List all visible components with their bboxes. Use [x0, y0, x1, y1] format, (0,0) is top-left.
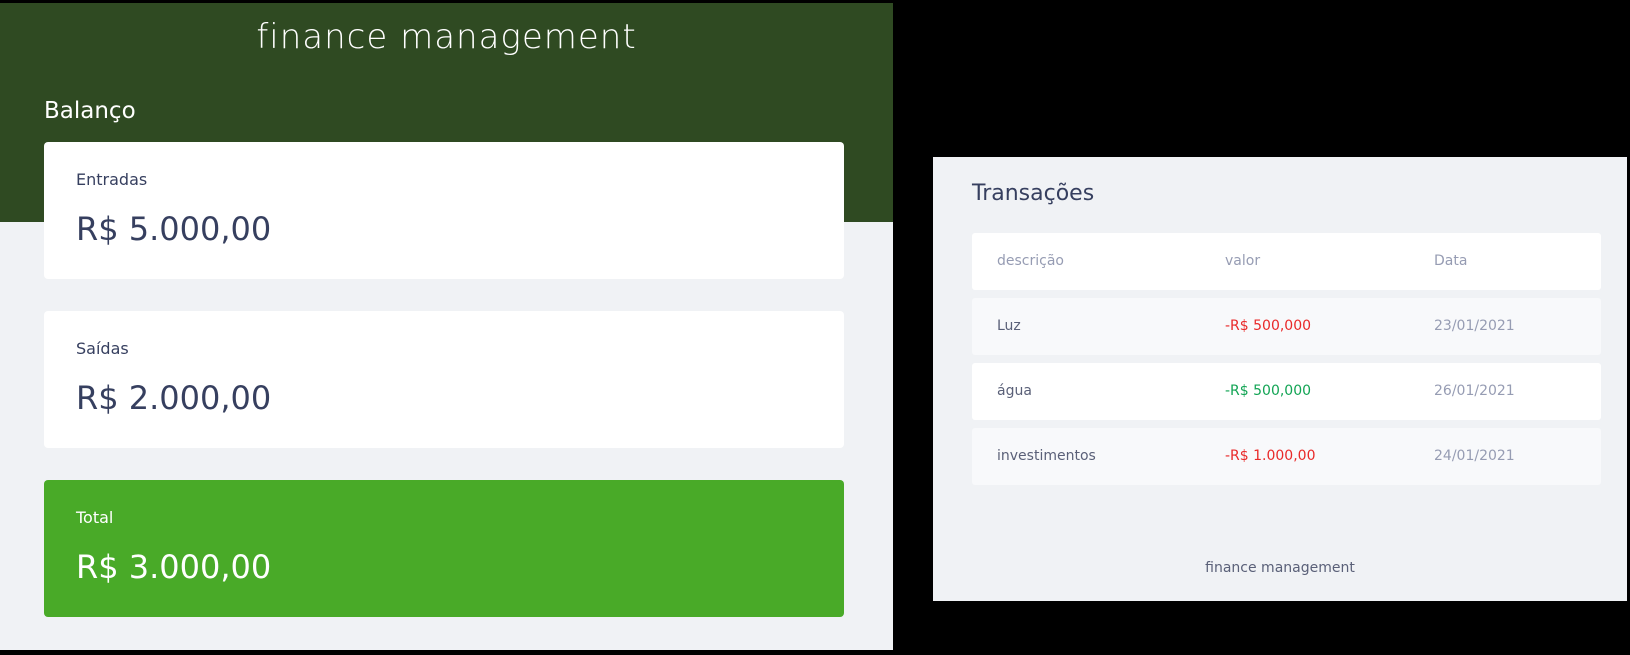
balance-title: Balanço — [44, 98, 136, 124]
balance-panel: finance management Balanço Entradas R$ 5… — [0, 3, 893, 650]
transactions-title: Transações — [972, 181, 1095, 206]
footer-text: finance management — [1205, 560, 1355, 576]
row-date: 24/01/2021 — [1434, 448, 1515, 464]
row-description: investimentos — [997, 448, 1096, 464]
total-card: Total R$ 3.000,00 — [44, 480, 844, 617]
expense-label: Saídas — [76, 339, 129, 358]
transactions-table: descrição valor Data Luz -R$ 500,000 23/… — [972, 233, 1601, 493]
table-header-row: descrição valor Data — [972, 233, 1601, 290]
row-amount: -R$ 500,000 — [1225, 318, 1312, 334]
row-amount: -R$ 500,000 — [1225, 383, 1312, 399]
income-value: R$ 5.000,00 — [76, 210, 272, 248]
row-description: água — [997, 383, 1032, 399]
row-date: 23/01/2021 — [1434, 318, 1515, 334]
table-row[interactable]: Luz -R$ 500,000 23/01/2021 — [972, 298, 1601, 355]
header-amount: valor — [1225, 253, 1261, 269]
total-label: Total — [76, 508, 114, 527]
table-row[interactable]: investimentos -R$ 1.000,00 24/01/2021 — [972, 428, 1601, 485]
transactions-panel: Transações descrição valor Data Luz -R$ … — [933, 157, 1627, 601]
row-amount: -R$ 1.000,00 — [1225, 448, 1316, 464]
income-card: Entradas R$ 5.000,00 — [44, 142, 844, 279]
header-date: Data — [1434, 253, 1468, 269]
row-date: 26/01/2021 — [1434, 383, 1515, 399]
expense-card: Saídas R$ 2.000,00 — [44, 311, 844, 448]
app-title: finance management — [256, 17, 637, 57]
row-description: Luz — [997, 318, 1021, 334]
income-label: Entradas — [76, 170, 148, 189]
expense-value: R$ 2.000,00 — [76, 379, 272, 417]
total-value: R$ 3.000,00 — [76, 548, 272, 586]
header-description: descrição — [997, 253, 1064, 269]
table-row[interactable]: água -R$ 500,000 26/01/2021 — [972, 363, 1601, 420]
